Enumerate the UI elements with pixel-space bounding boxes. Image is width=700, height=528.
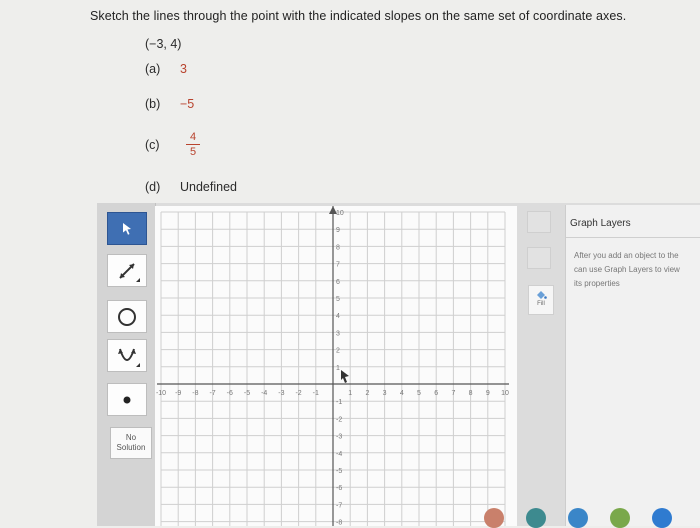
graph-layers-panel: Graph Layers After you add an object to … — [565, 205, 700, 526]
mouse-cursor-icon — [341, 370, 349, 383]
arrow-cursor-icon — [123, 222, 131, 235]
fraction-bar — [186, 144, 200, 145]
x-tick-label: -5 — [244, 390, 250, 397]
os-taskbar — [470, 500, 700, 528]
parabola-tool-button[interactable] — [107, 339, 147, 372]
part-c-slope-fraction: 4 5 — [186, 131, 200, 158]
y-tick-label: -8 — [336, 520, 342, 526]
select-tool-button[interactable] — [107, 212, 147, 245]
circle-tool-button[interactable] — [107, 300, 147, 333]
part-d-slope: Undefined — [180, 180, 237, 194]
y-tick-label: 1 — [336, 365, 340, 372]
x-tick-label: -2 — [295, 390, 301, 397]
fraction-denominator: 5 — [189, 146, 197, 158]
app-icon[interactable] — [526, 508, 546, 528]
delete-button[interactable] — [527, 211, 551, 233]
y-tick-label: -3 — [336, 434, 342, 441]
app-icon[interactable] — [652, 508, 672, 528]
y-tick-label: 8 — [336, 244, 340, 251]
x-tick-label: 7 — [451, 390, 455, 397]
part-a-label: (a) — [145, 62, 161, 76]
x-tick-label: -3 — [278, 390, 284, 397]
x-tick-label: 9 — [486, 390, 490, 397]
y-tick-label: -6 — [336, 485, 342, 492]
graph-side-controls: Fill — [520, 203, 560, 526]
line-segment-icon — [119, 262, 140, 282]
x-tick-label: 2 — [365, 390, 369, 397]
y-tick-label: 3 — [336, 330, 340, 337]
y-tick-label: 6 — [336, 279, 340, 286]
x-tick-label: 10 — [501, 390, 509, 397]
point-tool-button[interactable] — [107, 383, 147, 416]
x-tick-label: -10 — [156, 390, 166, 397]
divider — [566, 237, 700, 238]
circle-icon — [118, 307, 136, 326]
y-tick-label: 7 — [336, 262, 340, 269]
paint-bucket-icon — [537, 291, 547, 299]
y-tick-label: 10 — [336, 210, 344, 217]
y-tick-label: -4 — [336, 451, 342, 458]
y-tick-label: 2 — [336, 348, 340, 355]
x-tick-label: 8 — [469, 390, 473, 397]
help-line-3: its properties — [574, 279, 620, 288]
x-tick-label: 5 — [417, 390, 421, 397]
help-line-1: After you add an object to the — [574, 251, 679, 260]
drawing-toolbar: No Solution — [97, 203, 156, 526]
y-tick-label: 5 — [336, 296, 340, 303]
fill-button[interactable]: Fill — [528, 285, 554, 315]
x-tick-label: 3 — [383, 390, 387, 397]
y-tick-label: 9 — [336, 227, 340, 234]
x-tick-label: -8 — [192, 390, 198, 397]
graph-layers-help: After you add an object to the can use G… — [574, 249, 700, 291]
given-point: (−3, 4) — [145, 37, 182, 51]
question-area: Sketch the lines through the point with … — [0, 0, 700, 200]
part-b-slope: −5 — [180, 97, 195, 111]
undo-button[interactable] — [527, 247, 551, 269]
x-tick-label: 6 — [434, 390, 438, 397]
y-tick-label: -1 — [336, 399, 342, 406]
part-d-label: (d) — [145, 180, 161, 194]
x-tick-label: -6 — [227, 390, 233, 397]
coordinate-grid[interactable]: -10 -9 -8 -7 -6 -5 -4 -3 -2 -1 1 2 3 4 5 6 7 8 9 10 10 9 8 7 6 5 4… — [155, 206, 517, 526]
app-icon[interactable] — [484, 508, 504, 528]
fraction-numerator: 4 — [189, 131, 197, 143]
y-tick-label: -5 — [336, 468, 342, 475]
x-tick-label: -7 — [209, 390, 215, 397]
x-tick-label: -9 — [175, 390, 181, 397]
x-tick-label: -4 — [261, 390, 267, 397]
coordinate-plane[interactable]: -10 -9 -8 -7 -6 -5 -4 -3 -2 -1 1 2 3 4 5 6 7 8 9 10 10 9 8 7 6 5 4… — [155, 206, 517, 526]
y-tick-label: 4 — [336, 313, 340, 320]
point-icon — [123, 396, 131, 403]
no-solution-button[interactable]: No Solution — [110, 427, 152, 459]
part-a-slope: 3 — [180, 62, 187, 76]
no-solution-label-line1: No — [125, 433, 137, 442]
x-tick-label: 4 — [400, 390, 404, 397]
part-c-label: (c) — [145, 138, 160, 152]
x-tick-label: -1 — [313, 390, 319, 397]
y-tick-label: -7 — [336, 502, 342, 509]
fill-label: Fill — [537, 301, 545, 307]
part-b-label: (b) — [145, 97, 161, 111]
y-tick-label: -2 — [336, 416, 342, 423]
line-tool-button[interactable] — [107, 254, 147, 287]
parabola-icon — [118, 348, 140, 367]
help-line-2: can use Graph Layers to view — [574, 265, 680, 274]
x-tick-label: 1 — [348, 390, 352, 397]
graph-layers-title: Graph Layers — [570, 218, 631, 229]
app-icon[interactable] — [610, 508, 630, 528]
app-icon[interactable] — [568, 508, 588, 528]
no-solution-label-line2: Solution — [116, 443, 146, 452]
question-prompt: Sketch the lines through the point with … — [90, 9, 627, 23]
